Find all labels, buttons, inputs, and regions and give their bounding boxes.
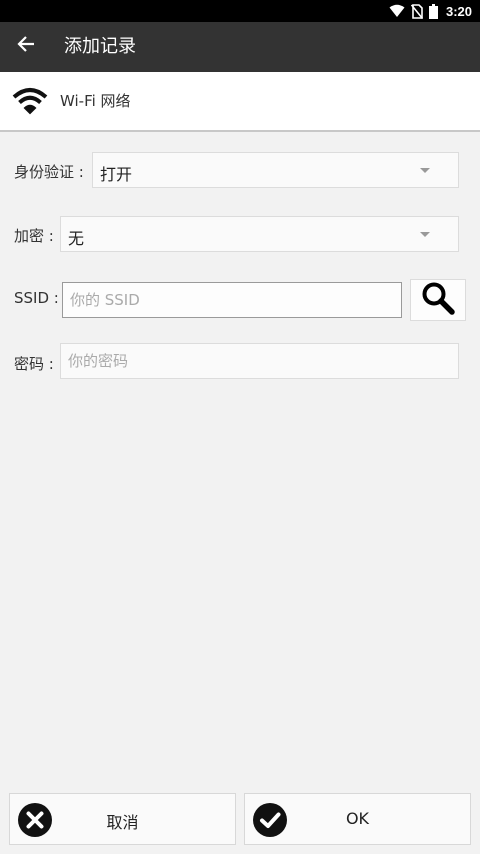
no-sim-icon [410,3,423,19]
status-bar: 3:20 [0,0,480,22]
record-type-row: Wi-Fi 网络 [0,72,480,131]
wifi-icon [389,4,405,18]
search-icon [421,281,455,319]
auth-select-value: 打开 [100,165,133,184]
record-type-label: Wi-Fi 网络 [60,92,131,110]
encryption-label: 加密 : [14,227,54,245]
cancel-button[interactable]: 取消 [9,793,236,845]
ok-button[interactable]: OK [244,793,471,845]
ssid-input[interactable] [62,282,402,318]
ssid-search-button[interactable] [410,279,466,321]
status-icons: 3:20 [389,2,472,20]
header-divider [0,130,480,132]
ssid-label: SSID : [14,289,59,307]
dropdown-arrow-icon [420,168,430,173]
password-input[interactable] [60,343,459,379]
encryption-select-value: 无 [68,229,85,248]
auth-select[interactable]: 打开 [92,152,459,188]
app-bar: 添加记录 [0,22,480,72]
arrow-left-icon [17,35,35,57]
page-title: 添加记录 [64,36,136,57]
status-time: 3:20 [445,3,472,19]
back-button[interactable] [8,28,44,64]
wifi-icon [12,86,48,120]
encryption-select[interactable]: 无 [60,216,459,252]
battery-icon [428,3,438,19]
auth-label: 身份验证 : [14,163,84,181]
ok-button-label: OK [345,809,370,828]
cancel-button-label: 取消 [106,813,139,832]
password-label: 密码 : [14,355,54,373]
dropdown-arrow-icon [420,232,430,237]
